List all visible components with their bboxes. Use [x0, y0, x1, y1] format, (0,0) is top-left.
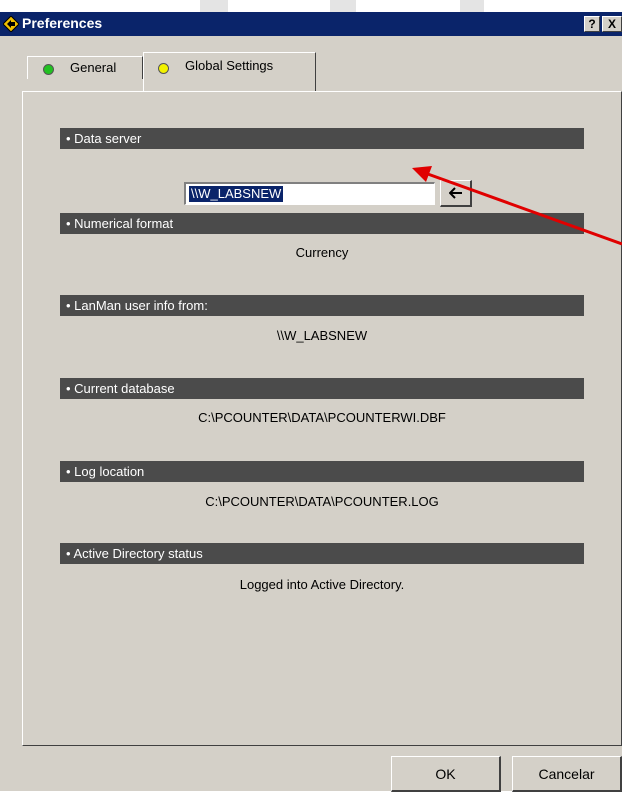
ok-button[interactable]: OK	[391, 756, 501, 792]
background-shape	[330, 0, 356, 12]
left-arrow-icon	[448, 187, 462, 199]
log-location-header: • Log location	[60, 461, 584, 482]
green-status-icon	[43, 64, 54, 75]
app-diamond-icon	[3, 16, 19, 32]
data-server-input-value: \\W_LABSNEW	[189, 186, 284, 202]
current-database-value: C:\PCOUNTER\DATA\PCOUNTERWI.DBF	[198, 410, 446, 425]
background-shape	[200, 0, 228, 12]
close-button[interactable]: X	[602, 16, 622, 32]
tab-global-settings[interactable]: Global Settings	[143, 52, 316, 92]
cancel-button[interactable]: Cancelar	[512, 756, 622, 792]
help-button[interactable]: ?	[584, 16, 600, 32]
window-title: Preferences	[22, 15, 103, 31]
preferences-dialog: Preferences ? X General Global Settings …	[0, 12, 622, 792]
tab-general[interactable]: General	[27, 56, 143, 79]
data-server-header: • Data server	[60, 128, 584, 149]
data-server-input[interactable]: \\W_LABSNEW	[184, 182, 435, 205]
lanman-value: \\W_LABSNEW	[276, 328, 368, 343]
log-location-value: C:\PCOUNTER\DATA\PCOUNTER.LOG	[205, 494, 439, 509]
apply-arrow-button[interactable]	[440, 180, 472, 207]
yellow-status-icon	[158, 63, 169, 74]
background-shape	[460, 0, 484, 12]
lanman-header: • LanMan user info from:	[60, 295, 584, 316]
numerical-format-value: Currency	[295, 245, 349, 260]
active-directory-header: • Active Directory status	[60, 543, 584, 564]
tab-general-label: General	[70, 60, 117, 75]
current-database-header: • Current database	[60, 378, 584, 399]
numerical-format-header: • Numerical format	[60, 213, 584, 234]
tab-global-settings-label: Global Settings	[185, 58, 274, 73]
active-directory-value: Logged into Active Directory.	[239, 577, 405, 592]
title-bar[interactable]: Preferences ? X	[0, 12, 622, 36]
